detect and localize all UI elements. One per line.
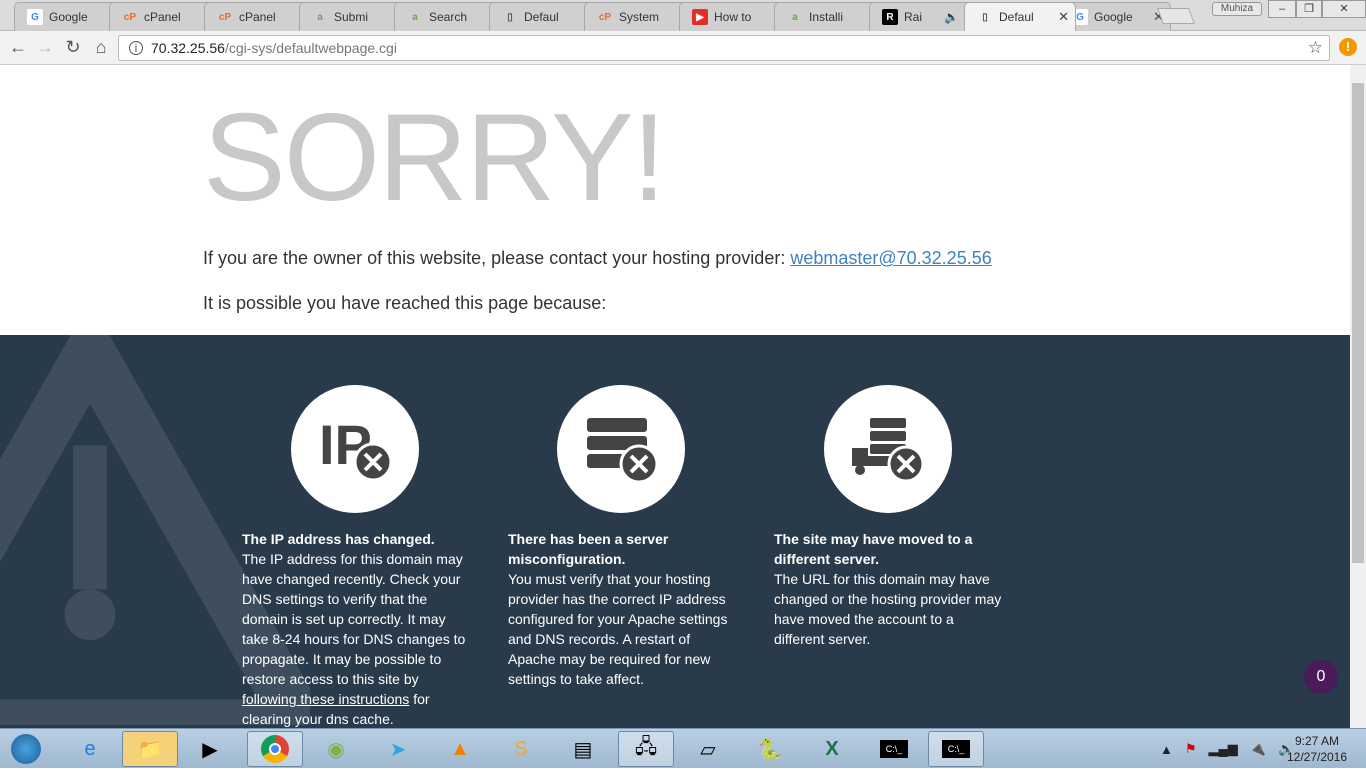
moving-truck-error-icon [824,385,952,513]
ip-error-icon: IP [291,385,419,513]
reasons-section: IP The IP address has changed. The IP ad… [0,335,1350,728]
notepad-icon[interactable]: ▱ [680,731,736,767]
command-prompt-active-icon[interactable]: C:\_ [928,731,984,767]
command-prompt-icon[interactable]: C:\_ [866,731,922,767]
reason-title: The site may have moved to a different s… [774,531,973,567]
youtube-icon: ▶ [692,9,708,25]
tab-title: cPanel [144,10,181,24]
tab-title: Defaul [524,10,559,24]
r-icon: R [882,9,898,25]
action-center-flag-icon[interactable]: ⚑ [1185,741,1197,757]
reload-icon[interactable]: ↻ [63,37,83,58]
reason-title: There has been a server misconfiguration… [508,531,669,567]
cpanel-icon: cP [598,11,612,23]
power-plug-icon[interactable]: 🔌 [1250,741,1266,757]
tab-strip: GGoogle✕cPcPanel✕cPcPanel✕aSubmi✕aSearch… [0,0,1366,31]
tab[interactable]: ▯ Defaul ✕ [964,2,1076,31]
system-tray: ▲ ⚑ ▂▄▆ 🔌 🔊 [1160,729,1294,769]
tab-title: System [619,10,660,24]
toolbar: ← → ↻ ⌂ i 70.32.25.56/cgi-sys/defaultweb… [0,31,1366,65]
document-app-icon[interactable]: ▤ [555,731,611,767]
telegram-icon[interactable]: ➤ [370,731,426,767]
warning-menu-icon[interactable]: ! [1339,38,1357,56]
info-icon[interactable]: i [129,41,143,55]
clock[interactable]: 9:27 AM 12/27/2016 [1282,733,1352,765]
bookmark-star-icon[interactable]: ☆ [1308,38,1323,58]
time: 9:27 AM [1294,734,1340,748]
cpanel-icon: cP [218,11,232,23]
internet-explorer-icon[interactable]: e [62,731,118,767]
start-button[interactable] [0,731,52,767]
tab-title: Search [429,10,468,24]
file-explorer-icon[interactable]: 📁 [122,731,178,767]
reason-body: You must verify that your hosting provid… [508,571,728,687]
tab-title: Rai [904,10,923,24]
url-path: /cgi-sys/defaultwebpage.cgi [224,40,397,56]
signal-icon[interactable]: ▂▄▆ [1209,741,1238,757]
reason-title: The IP address has changed. [242,531,435,547]
tab-title: How to [714,10,752,24]
close-window-button[interactable]: ✕ [1322,0,1366,18]
reason-body: The URL for this domain may have changed… [774,571,1002,647]
forward-icon[interactable]: → [35,37,55,58]
tab-title: Installi [809,10,844,24]
tab-title: Google [1094,10,1133,24]
server-error-icon [557,385,685,513]
sublime-text-icon[interactable]: S [493,731,549,767]
app-icon: a [317,11,323,23]
reason-text: The IP address for this domain may have … [242,551,466,687]
page-icon: ▯ [982,11,988,23]
network-app-icon[interactable]: 🖧 [618,731,674,767]
cpanel-icon: cP [123,11,137,23]
restore-button[interactable]: ❐ [1296,0,1322,18]
chrome-icon[interactable] [247,731,303,767]
python-icon[interactable]: 🐍 [742,731,798,767]
reason-body: The IP address for this domain may have … [242,549,472,728]
tab-title: Google [49,10,88,24]
tab-title: cPanel [239,10,276,24]
back-icon[interactable]: ← [8,37,28,58]
android-studio-icon[interactable]: ◉ [308,731,364,767]
vertical-scrollbar[interactable] [1350,65,1366,728]
tab-title: Submi [334,10,369,24]
dns-instructions-link[interactable]: following these instructions [242,691,409,707]
vlc-icon[interactable]: ▲ [432,731,488,767]
scrollbar-thumb[interactable] [1352,83,1364,563]
profile-button[interactable]: Muhiza [1212,2,1262,16]
url-host: 70.32.25.56 [151,40,225,56]
page-icon: ▯ [507,11,513,23]
page-title: SORRY! [203,89,666,227]
address-bar[interactable]: i 70.32.25.56/cgi-sys/defaultwebpage.cgi… [118,35,1330,61]
close-tab-icon[interactable]: ✕ [1058,9,1069,25]
notification-badge[interactable]: 0 [1304,660,1338,694]
audio-playing-icon: 🔈 [944,10,960,24]
app-icon: a [412,11,418,23]
media-player-icon[interactable]: ▶ [182,731,238,767]
home-icon[interactable]: ⌂ [91,37,111,58]
taskbar: e 📁 ▶ ◉ ➤ ▲ S ▤ 🖧 ▱ 🐍 X C:\_ C:\_ ▲ ⚑ ▂▄… [0,728,1366,768]
owner-text: If you are the owner of this website, pl… [203,248,791,268]
tab-title: Defaul [999,10,1034,24]
date: 12/27/2016 [1286,750,1348,764]
excel-icon[interactable]: X [804,731,860,767]
reason-intro: It is possible you have reached this pag… [203,293,607,313]
new-tab-button[interactable] [1157,8,1195,24]
webmaster-email-link[interactable]: webmaster@70.32.25.56 [790,248,991,268]
google-icon: G [27,9,43,25]
minimize-button[interactable]: – [1268,0,1296,18]
page-content: SORRY! If you are the owner of this webs… [0,65,1350,728]
app-icon: a [792,11,798,23]
show-hidden-icons[interactable]: ▲ [1160,742,1173,757]
owner-message: If you are the owner of this website, pl… [203,248,992,269]
